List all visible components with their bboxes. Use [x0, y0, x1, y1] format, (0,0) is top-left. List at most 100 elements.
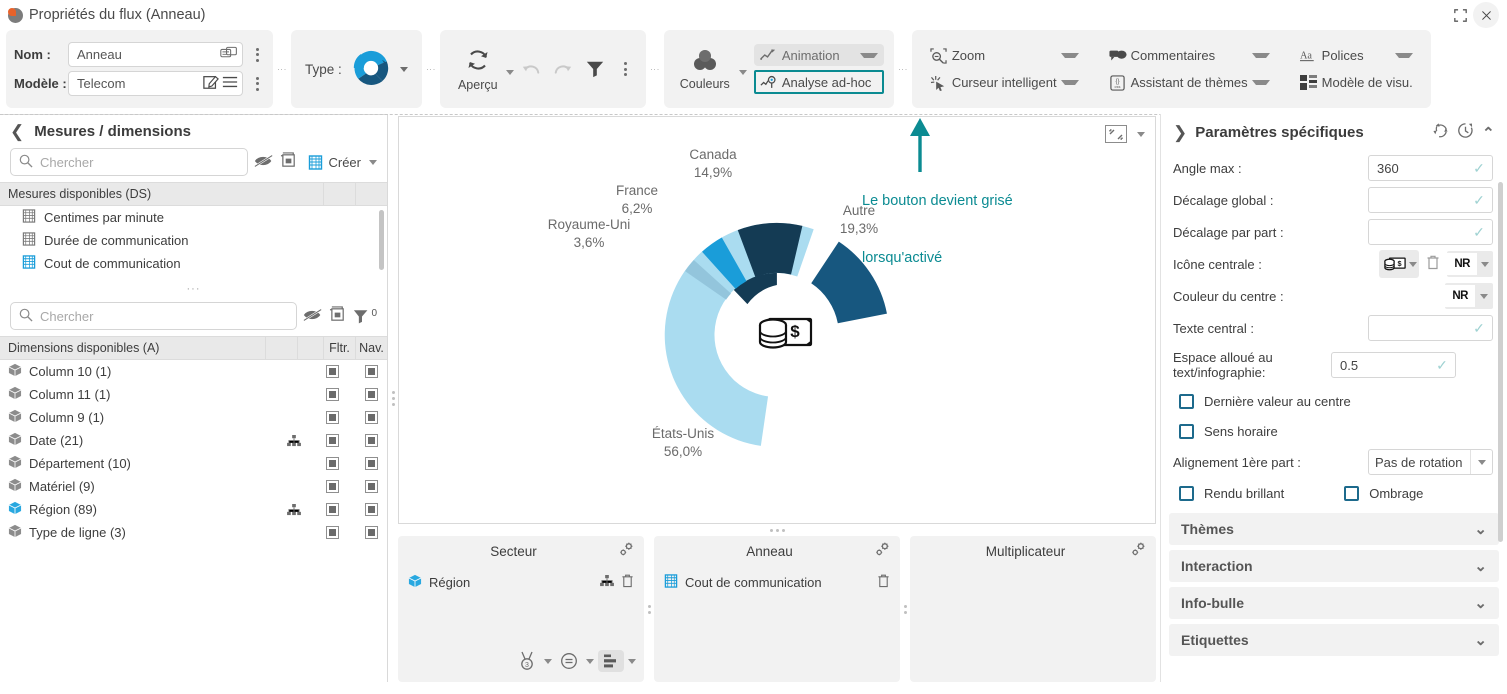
dimension-nav-toggle[interactable] [355, 526, 387, 539]
dimension-nav-toggle[interactable] [355, 434, 387, 447]
reset-icon[interactable] [1432, 122, 1449, 142]
collapse-left-panel-icon[interactable]: ❮ [10, 123, 24, 140]
measures-scrollbar[interactable] [379, 210, 384, 270]
delete-icon[interactable] [621, 574, 634, 591]
measure-row-1[interactable]: Durée de communication [0, 229, 387, 252]
center-icon-color-caret[interactable] [1481, 261, 1489, 267]
rank-dropdown-caret[interactable] [544, 658, 552, 664]
dimension-nav-toggle[interactable] [355, 503, 387, 516]
dimension-filter-toggle[interactable] [316, 411, 348, 424]
filter-button[interactable] [580, 54, 610, 84]
zoom-dropdown-caret[interactable] [1060, 53, 1079, 58]
dimension-filter-toggle[interactable] [316, 457, 348, 470]
dimension-filter-toggle[interactable] [316, 526, 348, 539]
chart-shelves-splitter[interactable] [398, 524, 1156, 536]
dimension-filter-toggle[interactable] [316, 503, 348, 516]
space-allocated-input[interactable]: 0.5 ✓ [1331, 352, 1456, 378]
dimension-row[interactable]: Matériel (9) [0, 475, 387, 498]
dimensions-list[interactable]: Column 10 (1) Column 11 (1) Column 9 (1) [0, 360, 387, 544]
hierarchy-icon[interactable] [279, 503, 309, 516]
shelf-secteur-body[interactable]: Région [398, 566, 644, 648]
last-value-checkbox[interactable] [1179, 393, 1194, 409]
shelf-settings-icon[interactable] [875, 542, 890, 560]
donut-chart[interactable]: $ Canada 14,9% Autre 19,3% États-Unis 56… [399, 117, 1155, 523]
close-window-button[interactable] [1473, 2, 1499, 28]
alignment-select[interactable]: Pas de rotation [1368, 449, 1493, 475]
center-icon-color-picker[interactable]: NR [1447, 251, 1493, 277]
preview-more-button[interactable] [618, 62, 634, 76]
preview-dropdown-caret[interactable] [505, 69, 514, 75]
create-measure-button[interactable]: Créer [304, 152, 363, 172]
collapse-section-icon[interactable]: ⌄ [1482, 123, 1495, 141]
restore-window-button[interactable] [1447, 2, 1473, 28]
left-splitter[interactable] [388, 114, 398, 682]
dimension-filter-button[interactable]: 0 [353, 308, 377, 325]
clockwise-checkbox[interactable] [1179, 423, 1194, 439]
model-input[interactable]: Telecom [68, 71, 243, 96]
shadow-checkbox[interactable] [1344, 485, 1360, 501]
list-icon[interactable] [222, 75, 238, 92]
smart-cursor-button[interactable]: Curseur intelligent [924, 72, 1085, 94]
slice-autre[interactable] [801, 241, 905, 343]
dimension-filter-toggle[interactable] [316, 480, 348, 493]
dimension-filter-toggle[interactable] [316, 388, 348, 401]
shelf-item-region[interactable]: Région [408, 570, 634, 594]
comments-dropdown-caret[interactable] [1251, 53, 1270, 58]
theme-assistant-button[interactable]: {} css Assistant de thèmes [1103, 72, 1276, 94]
delete-icon[interactable] [877, 574, 890, 591]
sort-dropdown-caret[interactable] [628, 658, 636, 664]
confirm-icon[interactable]: ✓ [1429, 353, 1455, 377]
confirm-icon[interactable]: ✓ [1466, 220, 1492, 244]
dimension-row[interactable]: Column 9 (1) [0, 406, 387, 429]
translate-icon[interactable] [220, 46, 238, 64]
duplicate-icon[interactable] [280, 152, 298, 172]
zoom-button[interactable]: Zoom [924, 45, 1085, 67]
chart-type-donut-icon[interactable] [350, 47, 392, 92]
center-icon-dropdown-caret[interactable] [1409, 261, 1418, 267]
hierarchy-icon[interactable] [279, 434, 309, 447]
measures-resize-handle[interactable]: ··· [0, 284, 387, 300]
dimension-row[interactable]: Département (10) [0, 452, 387, 475]
animation-button[interactable]: Animation [753, 44, 884, 66]
animation-dropdown-caret[interactable] [859, 52, 878, 58]
accordion-themes[interactable]: Thèmes ⌄ [1169, 513, 1499, 545]
edit-icon[interactable] [203, 74, 219, 93]
shelf-divider-2[interactable] [900, 536, 910, 682]
visu-template-button[interactable]: Modèle de visu. [1294, 72, 1419, 94]
preview-button[interactable]: Aperçu [452, 45, 504, 94]
adhoc-analysis-button[interactable]: Analyse ad-hoc [753, 70, 884, 94]
sort-button[interactable] [598, 650, 624, 672]
dimension-nav-toggle[interactable] [355, 480, 387, 493]
colors-dropdown-caret[interactable] [738, 69, 747, 75]
dimension-nav-toggle[interactable] [355, 457, 387, 470]
hide-unused-icon[interactable] [254, 153, 274, 172]
duplicate-icon[interactable] [329, 306, 347, 326]
dimension-row[interactable]: Type de ligne (3) [0, 521, 387, 544]
glossy-checkbox[interactable] [1179, 485, 1194, 501]
history-icon[interactable] [1457, 122, 1474, 142]
shelf-anneau[interactable]: Anneau Cout de communication [654, 536, 907, 682]
chart-type-dropdown-caret[interactable] [399, 66, 408, 72]
model-menu-button[interactable] [249, 76, 265, 91]
rank-button[interactable]: 3 [514, 648, 540, 674]
dimensions-search-input[interactable]: Chercher [10, 302, 298, 330]
fonts-dropdown-caret[interactable] [1394, 53, 1413, 58]
slice-offset-input[interactable]: ✓ [1368, 219, 1493, 245]
shelf-divider-1[interactable] [644, 536, 654, 682]
redo-button[interactable] [548, 54, 578, 84]
fonts-button[interactable]: Aa Polices [1294, 45, 1419, 67]
measures-list[interactable]: Centimes par minute Durée de communicati… [0, 206, 387, 284]
measure-row-2[interactable]: Cout de communication [0, 252, 387, 275]
create-dropdown-caret[interactable] [369, 159, 377, 165]
name-menu-button[interactable] [249, 47, 265, 62]
center-text-input[interactable]: ✓ [1368, 315, 1493, 341]
shelf-settings-icon[interactable] [1131, 542, 1146, 560]
comments-button[interactable]: Commentaires [1103, 45, 1276, 67]
aggregate-dropdown-caret[interactable] [586, 658, 594, 664]
right-panel-scrollbar[interactable] [1498, 182, 1503, 542]
confirm-icon[interactable]: ✓ [1466, 316, 1492, 340]
aggregate-button[interactable] [556, 649, 582, 673]
alignment-dropdown-caret[interactable] [1470, 450, 1492, 474]
center-color-picker[interactable]: NR [1445, 283, 1493, 309]
angle-max-input[interactable]: 360 ✓ [1368, 155, 1493, 181]
